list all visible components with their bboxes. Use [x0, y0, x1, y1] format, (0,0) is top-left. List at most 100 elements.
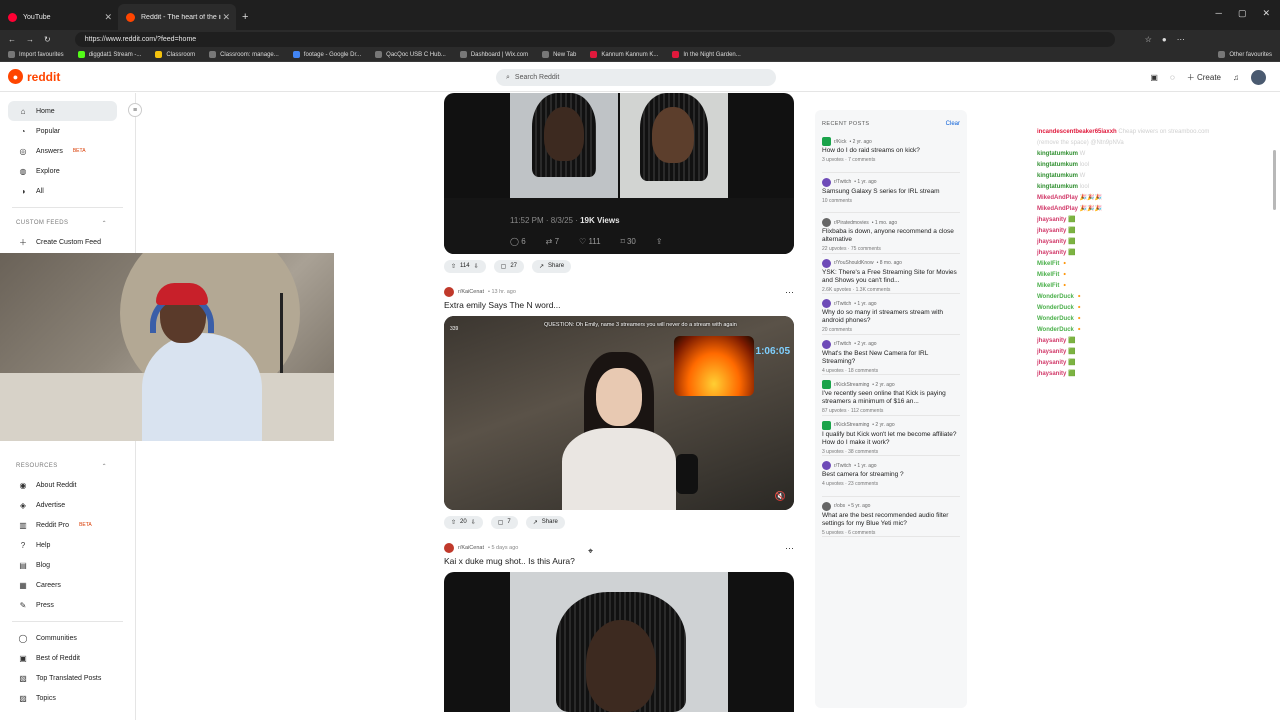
- vote-pill[interactable]: ⇧ 20 ⇩: [444, 515, 483, 529]
- close-tab-icon[interactable]: ✕: [222, 12, 230, 23]
- recent-post-title[interactable]: YSK: There's a Free Streaming Site for M…: [822, 269, 960, 285]
- reddit-logo[interactable]: ● reddit: [8, 69, 60, 84]
- sidebar-item-reddit-pro[interactable]: ▥ Reddit Pro BETA: [0, 515, 135, 535]
- sidebar-item-answers[interactable]: ◎ Answers BETA: [0, 141, 135, 161]
- subreddit-link[interactable]: r/KickStreaming: [834, 382, 869, 388]
- recent-post-item[interactable]: r/YouShouldKnow • 8 mo. ago YSK: There's a…: [822, 254, 960, 294]
- sidebar-item-blog[interactable]: ▤ Blog: [0, 555, 135, 575]
- search-input[interactable]: ⌕ Search Reddit: [496, 69, 776, 86]
- share-button[interactable]: ↗ Share: [532, 259, 572, 273]
- post-title[interactable]: Extra emily Says The N word...: [444, 300, 794, 314]
- comments-button[interactable]: ▢ 7: [490, 515, 518, 529]
- subreddit-link[interactable]: r/YouShouldKnow: [834, 260, 874, 266]
- bookmark[interactable]: Kannum Kannum K...: [590, 51, 658, 58]
- tab-reddit[interactable]: Reddit - The heart of the internet ✕: [118, 4, 236, 30]
- page-scrollbar[interactable]: [1273, 150, 1276, 210]
- sidebar-item-topics[interactable]: ▨ Topics: [0, 688, 135, 708]
- profile-icon[interactable]: ●: [1162, 35, 1167, 44]
- recent-post-item[interactable]: r/Twitch • 2 yr. ago What's the Best New C…: [822, 335, 960, 375]
- extensions-icon[interactable]: ☆: [1145, 35, 1152, 44]
- sidebar-item-explore[interactable]: ◍ Explore: [0, 161, 135, 181]
- advertise-icon[interactable]: ▣: [1150, 73, 1158, 82]
- url-field[interactable]: https://www.reddit.com/?feed=home: [74, 31, 1115, 47]
- subreddit-link[interactable]: r/Twitch: [834, 301, 851, 307]
- sidebar-item-home[interactable]: ⌂ Home: [8, 101, 117, 121]
- resources-header[interactable]: RESOURCES ⌃: [0, 457, 135, 475]
- sidebar-item-help[interactable]: ? Help: [0, 535, 135, 555]
- post-media[interactable]: [444, 572, 794, 712]
- back-icon[interactable]: ←: [8, 35, 16, 44]
- recent-post-title[interactable]: How do I do raid streams on kick?: [822, 147, 960, 155]
- recent-post-title[interactable]: I've recently seen online that Kick is p…: [822, 390, 960, 406]
- downvote-icon[interactable]: ⇩: [471, 519, 476, 526]
- notifications-icon[interactable]: ♫: [1233, 73, 1239, 82]
- recent-post-title[interactable]: Why do so many irl streamers stream with…: [822, 309, 960, 325]
- sidebar-item-all[interactable]: ◑ All: [0, 181, 135, 201]
- post-media[interactable]: QUESTION: Oh Emily, name 3 streamers you…: [444, 316, 794, 510]
- chat-icon[interactable]: ◌: [1170, 73, 1175, 82]
- recent-post-title[interactable]: Samsung Galaxy S series for IRL stream: [822, 188, 960, 196]
- recent-post-item[interactable]: r/Piratedmovies • 1 mo. ago Flixbaba is do…: [822, 213, 960, 254]
- other-bookmarks[interactable]: Other favourites: [1218, 51, 1272, 58]
- sidebar-item-best-of-reddit[interactable]: ▣ Best of Reddit: [0, 648, 135, 668]
- downvote-icon[interactable]: ⇩: [474, 263, 479, 270]
- forward-icon[interactable]: →: [26, 35, 34, 44]
- recent-post-item[interactable]: r/Twitch • 1 yr. ago Best camera for strea…: [822, 456, 960, 497]
- recent-post-item[interactable]: r/KickStreaming • 2 yr. ago I've recently …: [822, 375, 960, 416]
- upvote-icon[interactable]: ⇧: [451, 519, 456, 526]
- subreddit-link[interactable]: r/KickStreaming: [834, 422, 869, 428]
- collapse-sidebar-icon[interactable]: ≡: [128, 103, 142, 117]
- subreddit-link[interactable]: r/Twitch: [834, 463, 851, 469]
- comments-button[interactable]: ▢ 27: [493, 259, 524, 273]
- post-title[interactable]: Kai x duke mug shot.. Is this Aura?: [444, 556, 794, 570]
- subreddit-link[interactable]: r/obs: [834, 503, 845, 509]
- maximize-icon[interactable]: ▢: [1238, 8, 1247, 19]
- sidebar-item-popular[interactable]: ◔ Popular: [0, 121, 135, 141]
- close-tab-icon[interactable]: ✕: [104, 12, 112, 23]
- post-media[interactable]: 11:52 PM · 8/3/25 · 19K Views ◯ 6 ⇄ 7 ♡ …: [444, 93, 794, 254]
- bookmark[interactable]: New Tab: [542, 51, 576, 58]
- avatar[interactable]: [1251, 70, 1266, 85]
- recent-post-item[interactable]: r/Kick • 2 yr. ago How do I do raid stream…: [822, 132, 960, 173]
- recent-post-title[interactable]: What are the best recommended audio filt…: [822, 512, 960, 528]
- sidebar-item-about-reddit[interactable]: ◉ About Reddit: [0, 475, 135, 495]
- recent-post-title[interactable]: Best camera for streaming ?: [822, 471, 960, 479]
- reload-icon[interactable]: ↻: [44, 35, 51, 44]
- subreddit-link[interactable]: r/Twitch: [834, 341, 851, 347]
- create-button[interactable]: ＋ Create: [1187, 72, 1221, 83]
- new-tab-button[interactable]: +: [242, 11, 248, 23]
- recent-post-title[interactable]: Flixbaba is down, anyone recommend a clo…: [822, 228, 960, 244]
- subreddit-link[interactable]: r/KaiCenat: [458, 545, 484, 551]
- minimize-icon[interactable]: ─: [1216, 8, 1222, 19]
- tab-youtube[interactable]: YouTube ✕: [0, 4, 118, 30]
- bookmark[interactable]: footage - Google Dr...: [292, 51, 361, 58]
- clear-button[interactable]: Clear: [946, 121, 960, 127]
- mute-icon[interactable]: 🔇: [775, 491, 786, 502]
- recent-post-item[interactable]: r/Twitch • 1 yr. ago Samsung Galaxy S seri…: [822, 173, 960, 213]
- sidebar-item-top-translated[interactable]: ▧ Top Translated Posts: [0, 668, 135, 688]
- subreddit-icon[interactable]: [444, 543, 454, 553]
- subreddit-link[interactable]: r/Twitch: [834, 179, 851, 185]
- recent-post-title[interactable]: I qualify but Kick won't let me become a…: [822, 431, 960, 447]
- subreddit-link[interactable]: r/Piratedmovies: [834, 220, 869, 226]
- subreddit-icon[interactable]: [444, 287, 454, 297]
- share-button[interactable]: ↗ Share: [525, 515, 565, 529]
- menu-icon[interactable]: ⋯: [1177, 35, 1185, 44]
- bookmark[interactable]: Classroom: [155, 51, 195, 58]
- more-options-icon[interactable]: ⋯: [785, 543, 794, 554]
- subreddit-link[interactable]: r/KaiCenat: [458, 289, 484, 295]
- vote-pill[interactable]: ⇧ 114 ⇩: [444, 259, 486, 273]
- bookmark[interactable]: In the Night Garden...: [672, 51, 741, 58]
- bookmark[interactable]: Dashboard | Wix.com: [459, 51, 528, 58]
- sidebar-item-careers[interactable]: ▦ Careers: [0, 575, 135, 595]
- more-options-icon[interactable]: ⋯: [785, 287, 794, 298]
- recent-post-item[interactable]: r/obs • 5 yr. ago What are the best recomm…: [822, 497, 960, 537]
- recent-post-item[interactable]: r/KickStreaming • 2 yr. ago I qualify but …: [822, 416, 960, 456]
- bookmark[interactable]: Import favourites: [8, 51, 64, 58]
- bookmark[interactable]: Classroom: manage...: [209, 51, 279, 58]
- create-custom-feed[interactable]: ＋ Create Custom Feed: [0, 232, 135, 252]
- close-window-icon[interactable]: ✕: [1262, 8, 1270, 19]
- recent-post-item[interactable]: r/Twitch • 1 yr. ago Why do so many irl st…: [822, 294, 960, 335]
- subreddit-link[interactable]: r/Kick: [834, 139, 847, 145]
- bookmark[interactable]: QacQoc USB C Hub...: [375, 51, 446, 58]
